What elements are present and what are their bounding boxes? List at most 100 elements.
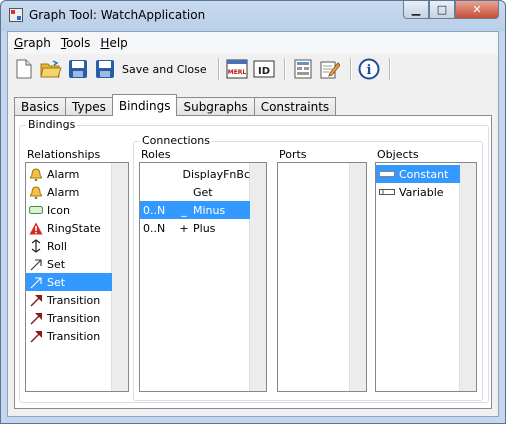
relationships-header: Relationships	[27, 148, 101, 161]
open-folder-icon	[40, 60, 62, 78]
list-item-label: Alarm	[47, 167, 80, 181]
minimize-icon: ▁	[411, 3, 421, 16]
merl-button[interactable]: MERL	[225, 57, 249, 81]
list-item-label: Set	[47, 257, 66, 271]
connections-group-label: Connections	[140, 134, 212, 147]
role-sign: _	[181, 203, 187, 217]
save-button[interactable]	[66, 57, 90, 81]
list-item-label: Transition	[47, 311, 101, 325]
list-item[interactable]: Constant	[376, 165, 460, 183]
list-item[interactable]: Alarm	[26, 183, 112, 201]
toolbar-separator	[217, 58, 220, 80]
bell-icon	[29, 167, 43, 181]
tab-types[interactable]: Types	[65, 97, 113, 116]
list-item[interactable]: 0..N _ Minus	[140, 201, 250, 219]
save-close-label[interactable]: Save and Close	[122, 63, 207, 76]
list-item[interactable]: Transition	[26, 291, 112, 309]
list-item[interactable]: Transition	[26, 327, 112, 345]
bindings-panel: Bindings Relationships Alarm Alarm Icon	[14, 115, 492, 409]
menu-tools[interactable]: Tools	[61, 36, 91, 50]
info-button[interactable]: i	[357, 57, 381, 81]
icon-shape-icon	[29, 203, 43, 217]
relationships-list[interactable]: Alarm Alarm Icon RingState Roll Set Set …	[25, 162, 129, 392]
toolbar-separator	[283, 58, 286, 80]
list-item-label: RingState	[47, 221, 101, 235]
menu-graph[interactable]: Graph	[14, 36, 51, 50]
list-item[interactable]: 0..N + Plus	[140, 219, 250, 237]
list-item[interactable]: Icon	[26, 201, 112, 219]
edit-icon	[320, 61, 340, 79]
set-arrow-icon	[29, 257, 43, 271]
transition-arrow-icon	[29, 311, 43, 325]
objects-list[interactable]: Constant Variable	[375, 162, 477, 392]
open-button[interactable]	[39, 57, 63, 81]
role-name: DisplayFnBc	[182, 167, 250, 181]
roles-scrollbar[interactable]	[249, 163, 266, 391]
tab-bindings[interactable]: Bindings	[111, 94, 178, 116]
minimize-button[interactable]: ▁	[403, 1, 429, 19]
list-item[interactable]: Get	[140, 183, 250, 201]
maximize-button[interactable]: □	[429, 1, 455, 19]
bindings-group-label: Bindings	[26, 118, 78, 131]
app-icon[interactable]	[9, 8, 23, 22]
list-item[interactable]: Roll	[26, 237, 112, 255]
info-icon-text: i	[366, 63, 371, 78]
window-title: Graph Tool: WatchApplication	[29, 8, 206, 22]
list-item[interactable]: Variable	[376, 183, 460, 201]
maximize-icon: □	[436, 3, 448, 16]
list-item-label: Variable	[399, 185, 444, 199]
close-icon: ✕	[472, 3, 482, 16]
app-window: Graph Tool: WatchApplication ▁ □ ✕ Graph…	[0, 0, 506, 424]
list-item[interactable]: RingState	[26, 219, 112, 237]
close-button[interactable]: ✕	[455, 1, 499, 19]
list-item[interactable]: Set	[26, 273, 112, 291]
relationships-scrollbar[interactable]	[111, 163, 128, 391]
layout-icon	[294, 59, 312, 79]
save-icon	[69, 60, 87, 78]
list-item[interactable]: Transition	[26, 309, 112, 327]
role-name: Get	[193, 185, 213, 199]
tab-subgraphs[interactable]: Subgraphs	[176, 97, 255, 116]
roles-list[interactable]: DisplayFnBc Get 0..N _ Minus 0..N + Plus	[139, 162, 267, 392]
new-doc-icon	[16, 59, 32, 79]
toolbar: Save and Close MERL ID i	[8, 54, 498, 84]
objects-header: Objects	[377, 148, 419, 161]
role-cardinality: 0..N	[143, 203, 166, 217]
constant-icon	[379, 167, 395, 181]
tab-constraints[interactable]: Constraints	[253, 97, 337, 116]
id-button[interactable]: ID	[252, 57, 276, 81]
transition-arrow-icon	[29, 293, 43, 307]
set-arrow-icon	[29, 275, 43, 289]
warning-icon	[29, 221, 43, 235]
objects-scrollbar[interactable]	[459, 163, 476, 391]
roles-header: Roles	[141, 148, 171, 161]
list-item-label: Constant	[399, 167, 449, 181]
list-item-label: Transition	[47, 329, 101, 343]
list-item-label: Icon	[47, 203, 70, 217]
list-item-label: Transition	[47, 293, 101, 307]
role-sign: +	[179, 221, 189, 235]
save-close-icon	[96, 60, 114, 78]
tab-basics[interactable]: Basics	[14, 97, 67, 116]
layout-button[interactable]	[291, 57, 315, 81]
client-area: Graph Tools Help Save and Close MERL ID …	[7, 31, 499, 417]
list-item[interactable]: Alarm	[26, 165, 112, 183]
updown-arrow-icon	[29, 239, 43, 253]
role-name: Plus	[193, 221, 216, 235]
save-close-button[interactable]	[93, 57, 117, 81]
ports-list[interactable]	[277, 162, 367, 392]
role-name: Minus	[193, 203, 226, 217]
toolbar-separator	[349, 58, 352, 80]
ports-scrollbar[interactable]	[349, 163, 366, 391]
list-item[interactable]: DisplayFnBc	[140, 165, 250, 183]
window-controls: ▁ □ ✕	[403, 1, 499, 21]
menu-help[interactable]: Help	[100, 36, 127, 50]
list-item-label: Alarm	[47, 185, 80, 199]
list-item[interactable]: Set	[26, 255, 112, 273]
title-bar[interactable]: Graph Tool: WatchApplication ▁ □ ✕	[1, 1, 505, 31]
tab-strip: Basics Types Bindings Subgraphs Constrai…	[14, 94, 337, 116]
list-item-label: Set	[47, 275, 66, 289]
new-button[interactable]	[12, 57, 36, 81]
bell-icon	[29, 185, 43, 199]
edit-button[interactable]	[318, 57, 342, 81]
